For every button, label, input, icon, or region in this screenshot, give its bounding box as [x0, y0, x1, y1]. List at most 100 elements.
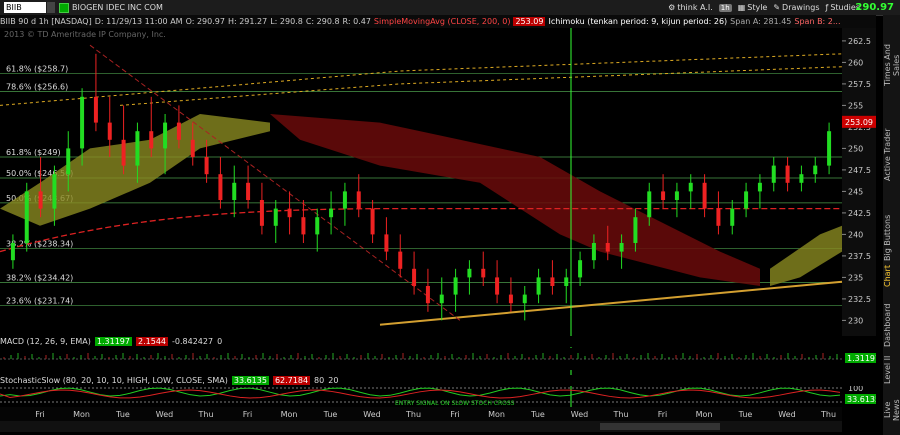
trendline-upper — [0, 53, 843, 106]
company-label: BIOGEN IDEC INC COM — [72, 3, 163, 12]
candle-body — [647, 191, 652, 218]
candle-body — [93, 96, 98, 123]
macd-label[interactable]: MACD (12, 26, 9, EMA) — [0, 337, 91, 346]
last-price: 290.97 — [855, 2, 894, 13]
candle-body — [453, 277, 458, 295]
candle-body — [481, 268, 486, 278]
top-toolbar: BIIB BIOGEN IDEC INC COM ⚙ think A.I. 1h… — [0, 0, 900, 16]
candle-body — [80, 96, 85, 149]
interval-button[interactable]: 1h — [718, 3, 732, 12]
candle-body — [730, 208, 735, 226]
copyright-text: 2013 © TD Ameritrade IP Company, Inc. — [4, 30, 166, 39]
stoch-annotation: ENTRY SIGNAL ON SLOW STOCH CROSS — [395, 400, 515, 407]
candle-body — [24, 191, 29, 243]
style-button[interactable]: ▦ Style — [738, 3, 768, 12]
fib-label: 61.8% ($249) — [6, 148, 61, 157]
price-tick-label: 257.5 — [848, 80, 871, 89]
candle-body — [439, 294, 444, 304]
ichimoku-cloud-bullish-right — [770, 225, 842, 286]
candle-body — [674, 191, 679, 200]
candle-body — [522, 294, 527, 304]
candle-body — [246, 182, 251, 200]
candle-body — [66, 148, 71, 175]
candle-body — [702, 182, 707, 209]
header-high: H: 291.27 — [227, 17, 268, 26]
symbol-dropdown-button[interactable] — [47, 2, 55, 13]
price-tick-label: 250 — [848, 144, 863, 153]
candle-body — [785, 165, 790, 183]
stoch-value-1: 33.6135 — [231, 376, 269, 385]
price-chart[interactable]: 2013 © TD Ameritrade IP Company, Inc. 26… — [0, 28, 876, 432]
candle-body — [329, 208, 334, 218]
time-axis-label: Mon — [281, 410, 298, 419]
tab-level-ii[interactable]: Level II — [883, 355, 900, 385]
time-axis-label: Wed — [156, 410, 173, 419]
tab-chart[interactable]: Chart — [883, 265, 900, 287]
candle-body — [135, 131, 140, 166]
candle-body — [550, 277, 555, 286]
candle-body — [564, 277, 569, 286]
fib-label: 38.2% ($234.42) — [6, 273, 73, 282]
price-tick-label: 237.5 — [848, 252, 871, 261]
candle-body — [508, 294, 513, 304]
candle-body — [149, 131, 154, 149]
stoch-header: StochasticSlow (80, 20, 10, 10, HIGH, LO… — [0, 375, 876, 386]
tab-live-news[interactable]: Live News — [883, 390, 900, 430]
tab-big-buttons[interactable]: Big Buttons — [883, 210, 900, 265]
price-tick-label: 245 — [848, 187, 863, 196]
stoch-label[interactable]: StochasticSlow (80, 20, 10, 10, HIGH, LO… — [0, 376, 228, 385]
stoch-value-4: 20 — [328, 376, 339, 385]
time-axis-label: Tue — [530, 410, 545, 419]
ichimoku-label[interactable]: Ichimoku (tenkan period: 9, kijun period… — [548, 17, 727, 26]
candle-body — [176, 122, 181, 140]
candle-body — [591, 243, 596, 261]
candle-body — [619, 243, 624, 252]
fib-label: 23.6% ($231.74) — [6, 296, 73, 305]
candle-body — [495, 277, 500, 295]
time-axis-label: Thu — [197, 410, 213, 419]
company-checkbox[interactable] — [59, 2, 69, 13]
time-axis-label: Tue — [323, 410, 338, 419]
candle-body — [467, 268, 472, 278]
sma-200-line — [0, 207, 842, 253]
candle-body — [536, 277, 541, 295]
time-axis-label: Fri — [35, 410, 45, 419]
macd-value-1: 1.31197 — [94, 337, 132, 346]
support-trendline — [379, 280, 843, 326]
price-marker-label: 253.09 — [845, 118, 873, 127]
candle-body — [799, 174, 804, 183]
span-a-value: Span A: 281.45 — [730, 17, 792, 26]
study-header: BIIB 90 d 1h [NASDAQ] D: 11/29/13 11:00 … — [0, 15, 876, 28]
sma-label[interactable]: SimpleMovingAvg (CLOSE, 200, 0) — [374, 17, 511, 26]
scrollbar-thumb — [600, 423, 720, 430]
stoch-tag-label: 33.6135 — [847, 395, 876, 404]
sma-value: 253.09 — [513, 17, 546, 26]
candle-body — [163, 122, 168, 149]
symbol-input[interactable]: BIIB — [4, 2, 46, 13]
candle-body — [744, 191, 749, 209]
time-axis-label: Mon — [488, 410, 505, 419]
tab-times-and-sales[interactable]: Times And Sales — [883, 35, 900, 95]
price-tick-label: 235 — [848, 273, 863, 282]
time-axis-label: Tue — [115, 410, 130, 419]
tab-active-trader[interactable]: Active Trader — [883, 125, 900, 185]
candle-body — [661, 191, 666, 200]
think-ai-button[interactable]: ⚙ think A.I. — [668, 3, 713, 12]
drawings-button[interactable]: ✎ Drawings — [773, 3, 819, 12]
time-axis-label: Thu — [820, 410, 836, 419]
stoch-value-2: 62.7184 — [272, 376, 311, 385]
macd-value-2: 2.1544 — [136, 337, 168, 346]
header-low: L: 290.8 — [270, 17, 303, 26]
candle-body — [605, 243, 610, 252]
tab-dashboard[interactable]: Dashboard — [883, 300, 900, 350]
header-date: D: 11/29/13 11:00 AM — [94, 17, 183, 26]
candle-body — [356, 191, 361, 209]
candle-body — [52, 174, 57, 209]
macd-value-4: 0 — [217, 337, 223, 346]
candle-body — [771, 165, 776, 183]
candle-body — [10, 243, 15, 261]
price-tick-label: 240 — [848, 230, 863, 239]
header-open: O: 290.97 — [185, 17, 225, 26]
time-axis-label: Mon — [73, 410, 90, 419]
price-tick-label: 230 — [848, 316, 863, 325]
